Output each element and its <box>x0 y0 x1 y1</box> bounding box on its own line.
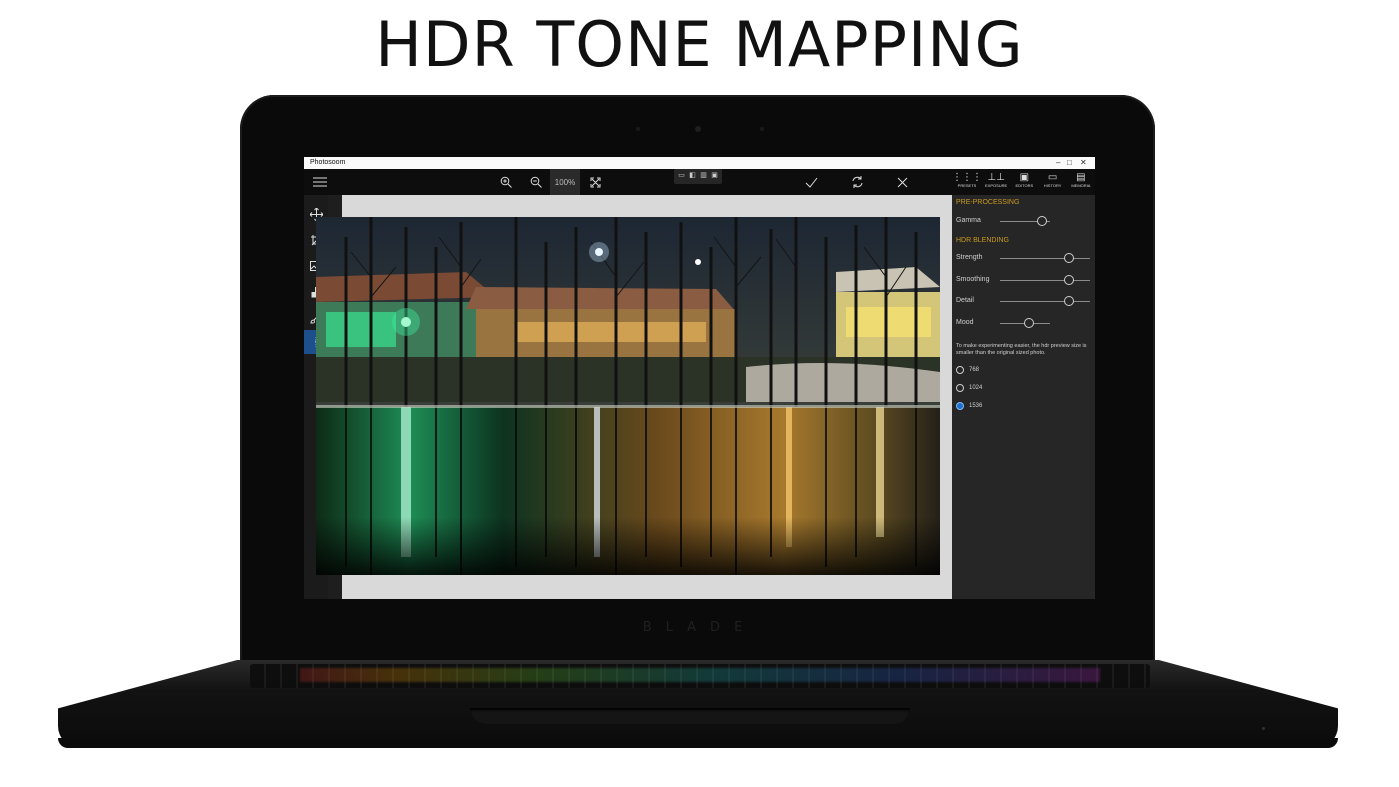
lid-notch <box>470 708 910 724</box>
app-window: Photosoom – □ ✕ 100% ▭ ◧ ▥ ▣ ⋮⋮⋮ PRESETS… <box>304 157 1095 599</box>
checkmark-icon[interactable] <box>800 169 822 195</box>
before-icon[interactable]: ▭ <box>677 169 686 180</box>
laptop-brand: BLADE <box>642 620 757 635</box>
after-icon[interactable]: ▣ <box>710 169 719 180</box>
radio-button-selected[interactable] <box>956 402 964 410</box>
close-window-button[interactable]: ✕ <box>1080 158 1087 167</box>
detail-slider-row: Detail <box>956 295 1091 307</box>
size-option-label: 1024 <box>969 385 983 391</box>
hamburger-icon[interactable] <box>308 169 332 195</box>
base-edge <box>58 738 1338 748</box>
window-title: Photosoom <box>310 159 346 166</box>
tab-label: EDITORS <box>1015 183 1034 188</box>
memoria-icon: ▤ <box>1076 172 1086 183</box>
close-icon[interactable] <box>891 169 913 195</box>
hdr-settings-panel: PRE-PROCESSING Gamma HDR BLENDING Streng… <box>952 195 1095 599</box>
smoothing-slider-thumb[interactable] <box>1064 275 1074 285</box>
editing-canvas[interactable] <box>316 195 954 599</box>
presets-icon: ⋮⋮⋮ <box>952 172 982 183</box>
strength-slider-row: Strength <box>956 252 1091 264</box>
smoothing-slider-row: Smoothing <box>956 274 1091 286</box>
tab-label: PRESETS <box>957 183 977 188</box>
headline: HDR TONE MAPPING <box>375 8 1024 81</box>
size-option-label: 768 <box>969 367 980 373</box>
smoothing-label: Smoothing <box>956 276 990 283</box>
tab-exposure[interactable]: ⊥⊥ EXPOSURE <box>982 169 1010 195</box>
tab-label: EXPOSURE <box>985 183 1008 188</box>
side-by-side-icon[interactable]: ▥ <box>699 169 708 180</box>
webcam <box>695 126 701 132</box>
zoom-out-icon[interactable] <box>524 169 548 195</box>
zoom-in-icon[interactable] <box>494 169 518 195</box>
gamma-slider-thumb[interactable] <box>1037 216 1047 226</box>
smoothing-slider[interactable] <box>1000 280 1090 281</box>
mood-slider-thumb[interactable] <box>1024 318 1034 328</box>
keyboard-backlight <box>300 668 1100 682</box>
minimize-button[interactable]: – <box>1056 158 1060 167</box>
tab-history[interactable]: ▭ HISTORY <box>1039 169 1067 195</box>
tab-presets[interactable]: ⋮⋮⋮ PRESETS <box>952 169 982 195</box>
zoom-level[interactable]: 100% <box>550 169 580 195</box>
detail-label: Detail <box>956 297 974 304</box>
detail-slider-thumb[interactable] <box>1064 296 1074 306</box>
split-icon[interactable]: ◧ <box>688 169 697 180</box>
status-led <box>1262 727 1265 730</box>
maximize-button[interactable]: □ <box>1067 158 1072 167</box>
strength-slider-thumb[interactable] <box>1064 253 1074 263</box>
strength-slider[interactable] <box>1000 258 1090 259</box>
mood-slider-row: Mood <box>956 317 1091 329</box>
strength-label: Strength <box>956 254 983 261</box>
sensor-dot <box>636 127 640 131</box>
sensor-dot <box>760 127 764 131</box>
preview-size-note: To make experimenting easier, the hdr pr… <box>956 343 1087 356</box>
size-option-1024[interactable]: 1024 <box>956 383 1076 395</box>
tab-label: HISTORY <box>1043 183 1062 188</box>
editors-icon: ▣ <box>1019 172 1030 183</box>
refresh-icon[interactable] <box>846 169 868 195</box>
title-bar: Photosoom – □ ✕ <box>304 157 1095 169</box>
mood-label: Mood <box>956 319 974 326</box>
view-mode-switcher: ▭ ◧ ▥ ▣ <box>674 169 722 184</box>
gamma-label: Gamma <box>956 217 981 224</box>
size-option-768[interactable]: 768 <box>956 365 1076 377</box>
size-option-label: 1536 <box>969 403 983 409</box>
history-icon: ▭ <box>1047 172 1058 183</box>
exposure-icon: ⊥⊥ <box>987 172 1005 183</box>
hdr-blending-heading: HDR BLENDING <box>956 237 1009 244</box>
panel-tabs: ⋮⋮⋮ PRESETS ⊥⊥ EXPOSURE ▣ EDITORS ▭ HIST… <box>952 169 1095 195</box>
detail-slider[interactable] <box>1000 301 1090 302</box>
radio-button[interactable] <box>956 384 964 392</box>
tab-memoria[interactable]: ▤ MEMORIA <box>1067 169 1095 195</box>
gamma-slider-row: Gamma <box>956 215 1091 227</box>
fit-screen-icon[interactable] <box>584 169 606 195</box>
size-option-1536[interactable]: 1536 <box>956 401 1076 413</box>
tab-editors[interactable]: ▣ EDITORS <box>1010 169 1038 195</box>
tab-label: MEMORIA <box>1071 183 1091 188</box>
hdr-photo[interactable] <box>316 217 940 575</box>
radio-button[interactable] <box>956 366 964 374</box>
pre-processing-heading: PRE-PROCESSING <box>956 199 1020 206</box>
